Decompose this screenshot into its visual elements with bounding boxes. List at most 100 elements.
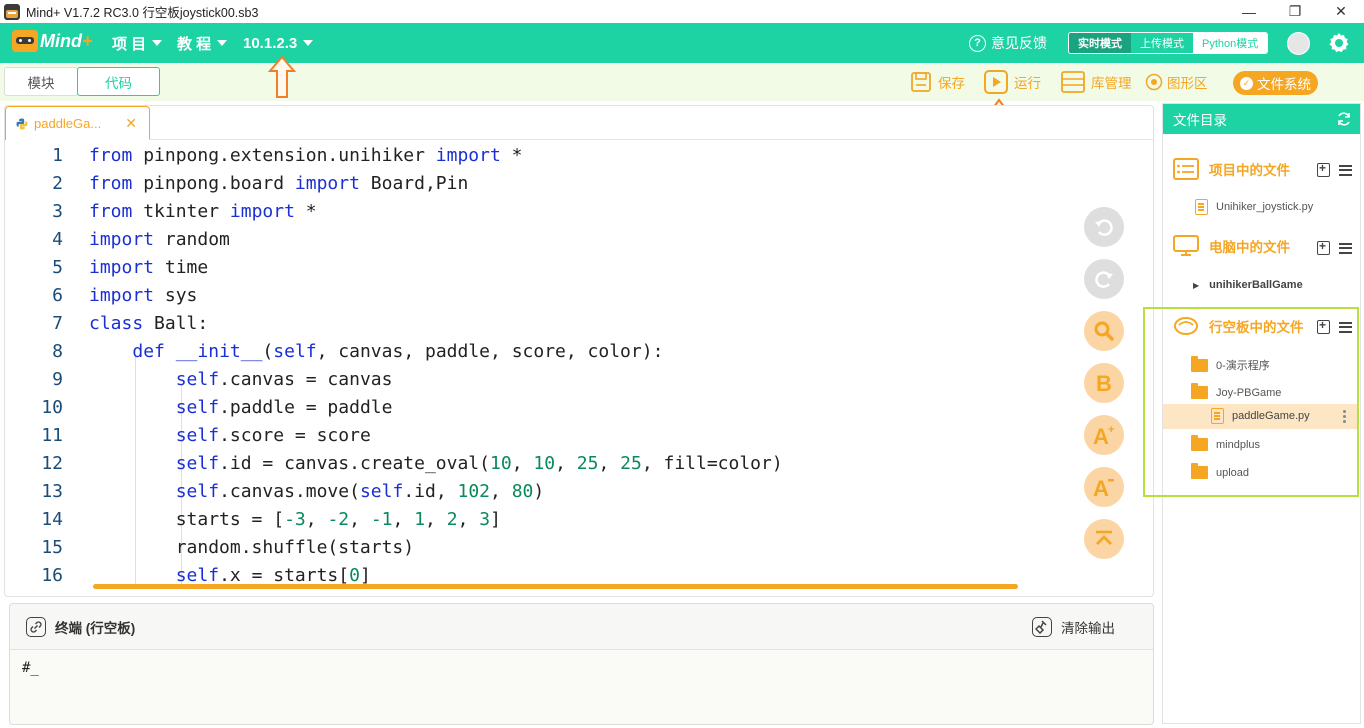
mode-realtime-button[interactable]: 实时模式: [1069, 33, 1131, 53]
annotation-arrow-up-icon: [267, 55, 297, 98]
code-text[interactable]: self.paddle = paddle: [89, 394, 393, 422]
question-icon: ?: [969, 34, 986, 52]
robot-logo-icon: [12, 30, 38, 52]
clear-output-button[interactable]: 清除输出: [1032, 617, 1115, 637]
line-number: 3: [52, 201, 63, 222]
format-button[interactable]: B: [1084, 363, 1124, 403]
line-number: 8: [52, 341, 63, 362]
save-button[interactable]: 保存: [910, 63, 965, 101]
file-unihiker-joystick[interactable]: Unihiker_joystick.py: [1195, 199, 1313, 215]
tab-blocks[interactable]: 模块: [4, 67, 78, 96]
line-number: 1: [52, 145, 63, 166]
search-button[interactable]: [1084, 311, 1124, 351]
code-line[interactable]: 2 from pinpong.board import Board,Pin: [5, 170, 1105, 198]
svg-text:B: B: [1096, 371, 1112, 395]
save-icon: [911, 72, 931, 92]
new-file-icon[interactable]: [1317, 161, 1330, 177]
svg-text:A: A: [1093, 424, 1109, 447]
code-line[interactable]: 12 self.id = canvas.create_oval(10, 10, …: [5, 450, 1105, 478]
chevron-down-icon: [217, 40, 228, 46]
code-text[interactable]: class Ball:: [89, 310, 208, 338]
font-decrease-button[interactable]: A: [1084, 467, 1124, 507]
code-text[interactable]: def __init__(self, canvas, paddle, score…: [89, 338, 663, 366]
avatar[interactable]: [1287, 32, 1310, 55]
mode-python-button[interactable]: Python模式: [1193, 33, 1268, 53]
code-text[interactable]: self.score = score: [89, 422, 371, 450]
new-file-icon[interactable]: [1317, 239, 1330, 255]
close-tab-icon[interactable]: ✕: [125, 115, 137, 132]
redo-button[interactable]: [1084, 259, 1124, 299]
undo-button[interactable]: [1084, 207, 1124, 247]
section-computer-files[interactable]: 电脑中的文件: [1173, 235, 1290, 257]
code-line[interactable]: 9 self.canvas = canvas: [5, 366, 1105, 394]
library-manager-button[interactable]: 库管理: [1061, 63, 1132, 101]
code-text[interactable]: from tkinter import *: [89, 198, 317, 226]
code-text[interactable]: self.id = canvas.create_oval(10, 10, 25,…: [89, 450, 783, 478]
code-line[interactable]: 6 import sys: [5, 282, 1105, 310]
code-line[interactable]: 8 def __init__(self, canvas, paddle, sco…: [5, 338, 1105, 366]
feedback-button[interactable]: ? 意见反馈: [969, 23, 1047, 63]
line-number: 15: [41, 537, 63, 558]
font-increase-button[interactable]: A +: [1084, 415, 1124, 455]
line-number: 14: [41, 509, 63, 530]
refresh-icon[interactable]: [1336, 111, 1352, 127]
scroll-top-button[interactable]: [1084, 519, 1124, 559]
mode-upload-button[interactable]: 上传模式: [1131, 33, 1193, 53]
section-project-actions: [1317, 161, 1352, 177]
horizontal-scrollbar[interactable]: [93, 584, 1018, 589]
code-line[interactable]: 10 self.paddle = paddle: [5, 394, 1105, 422]
code-line[interactable]: 11 self.score = score: [5, 422, 1105, 450]
code-text[interactable]: from pinpong.extension.unihiker import *: [89, 142, 523, 170]
line-number: 9: [52, 369, 63, 390]
section-project-label: 项目中的文件: [1209, 163, 1290, 178]
code-line[interactable]: 5 import time: [5, 254, 1105, 282]
code-line[interactable]: 15 random.shuffle(starts): [5, 534, 1105, 562]
graphics-label: 图形区: [1167, 76, 1208, 91]
run-button[interactable]: 运行: [984, 63, 1041, 101]
code-text[interactable]: starts = [-3, -2, -1, 1, 2, 3]: [89, 506, 501, 534]
code-text[interactable]: import time: [89, 254, 208, 282]
menu-project[interactable]: 项 目: [112, 23, 163, 63]
code-text[interactable]: self.canvas = canvas: [89, 366, 393, 394]
vertical-scrollbar[interactable]: [1153, 148, 1154, 200]
folder-unihikerballgame[interactable]: ▶ unihikerBallGame: [1193, 279, 1303, 291]
section-project-files[interactable]: 项目中的文件: [1173, 158, 1290, 180]
code-text[interactable]: self.canvas.move(self.id, 102, 80): [89, 478, 545, 506]
file-tab-paddlegame[interactable]: paddleGa... ✕: [5, 106, 150, 140]
code-line[interactable]: 1 from pinpong.extension.unihiker import …: [5, 142, 1105, 170]
code-text[interactable]: random.shuffle(starts): [89, 534, 414, 562]
code-area[interactable]: 1 from pinpong.extension.unihiker import …: [5, 142, 1150, 586]
code-line[interactable]: 7 class Ball:: [5, 310, 1105, 338]
section-computer-actions: [1317, 239, 1352, 255]
save-label: 保存: [938, 76, 965, 91]
code-line[interactable]: 14 starts = [-3, -2, -1, 1, 2, 3]: [5, 506, 1105, 534]
code-text[interactable]: import random: [89, 226, 230, 254]
code-line[interactable]: 16 self.x = starts[0]: [5, 562, 1105, 586]
tab-code[interactable]: 代码: [77, 67, 160, 96]
menu-icon[interactable]: [1339, 164, 1352, 176]
terminal-title: 终端 (行空板): [26, 617, 135, 637]
minimize-button[interactable]: —: [1226, 0, 1272, 23]
maximize-button[interactable]: ❐: [1272, 0, 1318, 23]
line-number: 16: [41, 565, 63, 586]
code-line[interactable]: 13 self.canvas.move(self.id, 102, 80): [5, 478, 1105, 506]
menu-tutorial[interactable]: 教 程: [177, 23, 228, 63]
code-text[interactable]: import sys: [89, 282, 197, 310]
menu-icon[interactable]: [1339, 242, 1352, 254]
code-line[interactable]: 4 import random: [5, 226, 1105, 254]
editor-toolbar: 模块 代码 保存 运行 库管理 图形区 ✓ 文件系统: [0, 63, 1364, 101]
graphics-area-button[interactable]: 图形区: [1145, 63, 1208, 101]
close-window-button[interactable]: ✕: [1318, 0, 1364, 23]
filesystem-button[interactable]: ✓ 文件系统: [1233, 71, 1318, 95]
code-line[interactable]: 3 from tkinter import *: [5, 198, 1105, 226]
terminal-prompt[interactable]: #_: [22, 660, 39, 676]
code-text[interactable]: from pinpong.board import Board,Pin: [89, 170, 468, 198]
line-number: 5: [52, 257, 63, 278]
menu-tutorial-label: 教 程: [177, 35, 212, 53]
logo-plus: +: [82, 30, 93, 51]
code-editor: paddleGa... ✕ 1 from pinpong.extension.un…: [4, 105, 1154, 597]
gear-icon[interactable]: [1327, 31, 1351, 55]
code-text[interactable]: self.x = starts[0]: [89, 562, 371, 586]
file-panel-title: 文件目录: [1173, 113, 1227, 128]
line-number: 2: [52, 173, 63, 194]
